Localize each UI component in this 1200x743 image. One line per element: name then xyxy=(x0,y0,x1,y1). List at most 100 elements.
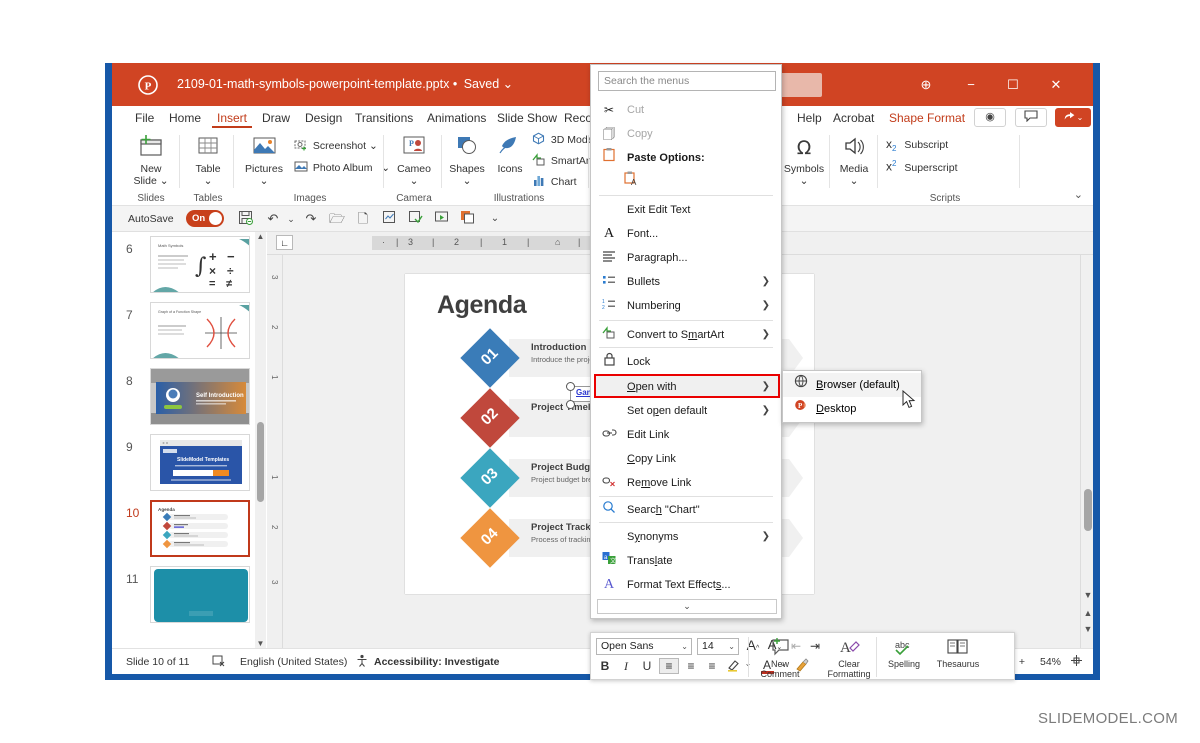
record-button[interactable]: ◉ xyxy=(974,108,1006,127)
tab-slide-show[interactable]: Slide Show xyxy=(492,109,562,128)
menu-item-open-with[interactable]: Open with ❯ xyxy=(591,375,781,399)
increase-indent-button[interactable]: ⇥ xyxy=(807,639,823,653)
submenu-item-browser[interactable]: Browser (default) xyxy=(783,373,921,397)
align-right-button[interactable]: ≡ xyxy=(704,659,720,673)
new-file-icon[interactable]: 🗋 xyxy=(354,210,372,228)
highlight-button[interactable] xyxy=(724,658,742,675)
new-slide-button[interactable]: New Slide ⌄ xyxy=(122,134,180,187)
globe-icon[interactable]: ⊕ xyxy=(911,73,941,97)
cameo-button[interactable]: P Cameo ⌄ xyxy=(386,134,442,187)
photo-album-button[interactable]: Photo Album ⌄ xyxy=(294,160,390,176)
ribbon-collapse-icon[interactable]: ⌄ xyxy=(1074,188,1083,201)
accessibility-icon[interactable] xyxy=(355,654,369,670)
chevron-down-icon[interactable]: ⌄ xyxy=(728,639,735,654)
menu-item-copy[interactable]: 🗍 Copy xyxy=(591,122,781,146)
redo-icon[interactable]: ↷ xyxy=(302,210,320,228)
close-button[interactable]: ✕ xyxy=(1041,73,1071,97)
icons-button[interactable]: Icons xyxy=(490,134,530,176)
scroll-thumb[interactable] xyxy=(1084,489,1092,531)
tab-insert[interactable]: Insert xyxy=(212,109,253,128)
previous-slide-arrow[interactable]: ▲ xyxy=(1083,608,1093,618)
menu-scroll-more-button[interactable]: ⌄ xyxy=(597,599,777,614)
tab-home[interactable]: Home xyxy=(164,109,206,128)
menu-item-edit-link[interactable]: Edit Link xyxy=(591,423,781,447)
clear-formatting-button[interactable]: A Clear Formatting xyxy=(823,637,875,679)
align-center-button[interactable]: ≡ xyxy=(683,659,699,673)
tab-stop-icon[interactable]: ∟ xyxy=(276,235,293,250)
menu-item-remove-link[interactable]: Remove Link xyxy=(591,471,781,495)
table-button[interactable]: Table ⌄ xyxy=(182,134,234,187)
tab-help[interactable]: Help xyxy=(792,109,827,128)
media-button[interactable]: Media ⌄ xyxy=(830,134,878,187)
menu-item-paste-keep-text[interactable]: A xyxy=(591,170,781,194)
autosave-toggle[interactable]: On xyxy=(186,210,224,227)
submenu-item-desktop[interactable]: P Desktop xyxy=(783,397,921,421)
share-button[interactable]: ⌄ xyxy=(1055,108,1091,127)
selection-handle[interactable] xyxy=(566,400,575,409)
open-icon[interactable]: 🗁 xyxy=(328,210,346,228)
print-preview-icon[interactable] xyxy=(380,210,398,228)
minimize-button[interactable]: − xyxy=(956,73,986,97)
slide-area-scrollbar[interactable]: ▼ ▲ ▼ xyxy=(1080,255,1093,648)
context-menu[interactable]: Search the menus ✂ Cut 🗍 Copy Paste Opti… xyxy=(590,64,782,619)
menu-item-translate[interactable]: a文 Translate xyxy=(591,549,781,573)
new-comment-button[interactable]: New Comment xyxy=(754,637,806,679)
maximize-button[interactable]: ☐ xyxy=(998,73,1028,97)
customize-qat-icon[interactable]: ⌄ xyxy=(486,210,504,228)
slide-thumbnail-pane[interactable]: 6 Math Symbols ∫ + − × ÷ = ≠ 7 Graph of … xyxy=(112,232,266,648)
smartart-button[interactable]: SmartArt xyxy=(532,153,592,169)
menu-item-synonyms[interactable]: Synonyms ❯ xyxy=(591,525,781,549)
document-title[interactable]: 2109-01-math-symbols-powerpoint-template… xyxy=(177,76,513,91)
scroll-up-arrow[interactable]: ▲ xyxy=(256,232,265,241)
accessibility-status[interactable]: Accessibility: Investigate xyxy=(374,656,499,668)
slide-title[interactable]: Agenda xyxy=(437,291,527,320)
superscript-button[interactable]: x2 Superscript xyxy=(886,159,957,174)
thumbnail-scrollbar[interactable]: ▲ ▼ xyxy=(255,232,266,648)
duplicate-icon[interactable] xyxy=(458,210,476,228)
undo-icon[interactable]: ↶ xyxy=(264,210,282,228)
bold-button[interactable]: B xyxy=(597,659,613,673)
symbols-button[interactable]: Ω Symbols ⌄ xyxy=(778,134,830,187)
menu-item-convert-to-smartart[interactable]: Convert to SmartArt ❯ xyxy=(591,323,781,347)
menu-item-cut[interactable]: ✂ Cut xyxy=(591,98,781,122)
shapes-button[interactable]: Shapes ⌄ xyxy=(444,134,490,187)
subscript-button[interactable]: x2 Subscript xyxy=(886,137,948,153)
comments-button[interactable] xyxy=(1015,108,1047,127)
font-name-combobox[interactable]: Open Sans ⌄ xyxy=(596,638,692,655)
thumbnail-scroll-thumb[interactable] xyxy=(257,422,264,502)
zoom-in-button[interactable]: + xyxy=(1019,656,1025,668)
menu-item-copy-link[interactable]: Copy Link xyxy=(591,447,781,471)
menu-search-input[interactable]: Search the menus xyxy=(598,71,776,91)
3d-model-button[interactable]: 3D Model xyxy=(532,132,596,148)
menu-item-bullets[interactable]: Bullets ❯ xyxy=(591,270,781,294)
tab-acrobat[interactable]: Acrobat xyxy=(828,109,879,128)
open-with-submenu[interactable]: Browser (default) P Desktop xyxy=(782,370,922,423)
font-size-combobox[interactable]: 14 ⌄ xyxy=(697,638,739,655)
saved-dropdown-icon[interactable]: ⌄ xyxy=(503,77,513,91)
spelling-check-icon[interactable] xyxy=(406,210,424,228)
menu-item-format-text-effects[interactable]: A Format Text Effects... xyxy=(591,573,781,597)
screenshot-button[interactable]: Screenshot ⌄ xyxy=(294,138,378,154)
tab-design[interactable]: Design xyxy=(300,109,347,128)
tab-shape-format[interactable]: Shape Format xyxy=(884,109,970,128)
italic-button[interactable]: I xyxy=(618,659,634,674)
menu-item-search-chart[interactable]: Search "Chart" xyxy=(591,498,781,522)
save-icon[interactable] xyxy=(236,210,254,228)
menu-item-lock[interactable]: Lock xyxy=(591,350,781,374)
undo-dropdown-icon[interactable]: ⌄ xyxy=(282,210,300,228)
start-slideshow-icon[interactable] xyxy=(432,210,450,228)
menu-item-numbering[interactable]: 12 Numbering ❯ xyxy=(591,294,781,318)
slide-notes-icon[interactable] xyxy=(212,654,226,670)
tab-file[interactable]: File xyxy=(130,109,159,128)
spelling-button[interactable]: abc Spelling xyxy=(881,637,927,669)
menu-item-exit-edit-text[interactable]: Exit Edit Text xyxy=(591,198,781,222)
pictures-button[interactable]: Pictures ⌄ xyxy=(236,134,292,187)
scroll-down-arrow[interactable]: ▼ xyxy=(1083,590,1093,600)
next-slide-arrow[interactable]: ▼ xyxy=(1083,624,1093,634)
mini-floating-toolbar[interactable]: Open Sans ⌄ 14 ⌄ A^ A⌄ ⇤ ⇥ B I U ≡ ≡ ≡ ⌄… xyxy=(590,632,1015,680)
menu-item-paragraph[interactable]: Paragraph... xyxy=(591,246,781,270)
thesaurus-button[interactable]: Thesaurus xyxy=(931,637,985,669)
chart-button[interactable]: Chart xyxy=(532,174,577,190)
tab-transitions[interactable]: Transitions xyxy=(350,109,418,128)
fit-slide-icon[interactable] xyxy=(1070,654,1083,670)
